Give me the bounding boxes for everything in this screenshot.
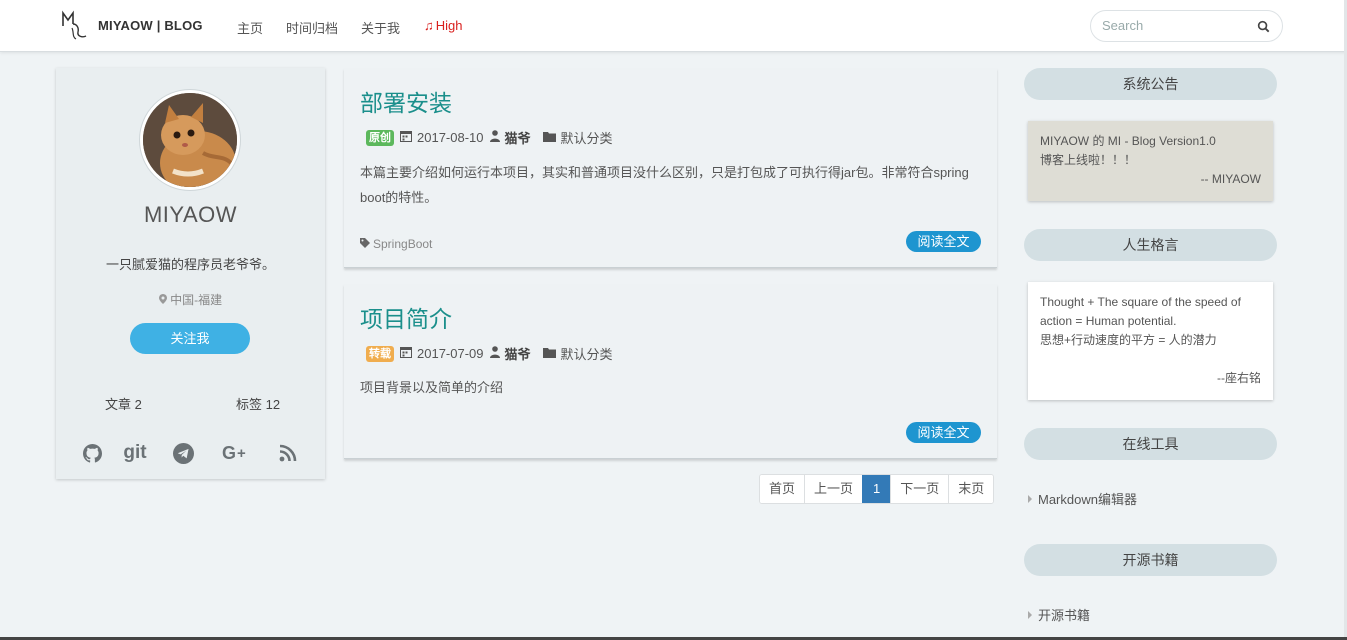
search-input[interactable] — [1102, 18, 1252, 33]
articles-count[interactable]: 文章 2 — [105, 394, 142, 413]
git-icon[interactable]: git — [123, 442, 147, 464]
svg-text:+: + — [237, 445, 246, 462]
markdown-editor-link[interactable]: Markdown编辑器 — [1028, 489, 1137, 508]
github-icon[interactable] — [82, 442, 102, 464]
post-summary: 项目背景以及简单的介绍 — [360, 380, 504, 395]
notice-line: MIYAOW 的 MI - Blog Version1.0 — [1040, 134, 1216, 148]
pagination: 首页 上一页 1 下一页 末页 — [759, 474, 995, 504]
motto-chinese: 思想+行动速度的平方 = 人的潜力 — [1040, 333, 1217, 347]
folder-icon — [542, 346, 556, 361]
nav-about[interactable]: 关于我 — [361, 18, 400, 37]
page-first[interactable]: 首页 — [760, 475, 805, 503]
notice-card: MIYAOW 的 MI - Blog Version1.0 博客上线啦！！！ -… — [1028, 121, 1273, 201]
rss-icon[interactable] — [278, 442, 298, 464]
post-category[interactable]: 默认分类 — [561, 128, 613, 147]
notice-heading: 系统公告 — [1024, 68, 1277, 100]
post-author[interactable]: 猫爷 — [505, 344, 531, 363]
nav-home[interactable]: 主页 — [237, 18, 263, 37]
page-prev[interactable]: 上一页 — [804, 475, 863, 503]
post-title[interactable]: 部署安装 — [360, 84, 452, 118]
profile-name: MIYAOW — [143, 202, 238, 227]
motto-heading: 人生格言 — [1024, 229, 1277, 261]
post-title[interactable]: 项目简介 — [360, 300, 452, 334]
page-current[interactable]: 1 — [862, 475, 891, 503]
read-more-button[interactable]: 阅读全文 — [906, 422, 981, 443]
top-navbar: MIYAOW | BLOG 主页 时间归档 关于我 ♫ High — [0, 0, 1347, 52]
user-icon — [489, 130, 500, 145]
music-note-icon: ♫ — [424, 18, 434, 33]
tag-label: SpringBoot — [373, 237, 433, 251]
page-last[interactable]: 末页 — [948, 475, 994, 503]
post-meta: 转载 2017-07-09 猫爷 默认分类 — [366, 344, 613, 363]
cat-avatar-image — [143, 93, 237, 187]
avatar — [140, 90, 240, 190]
page-next[interactable]: 下一页 — [890, 475, 949, 503]
post-date: 2017-07-09 — [417, 346, 484, 361]
calendar-icon — [400, 130, 412, 145]
post-card: 项目简介 转载 2017-07-09 猫爷 默认分类 项目背景以及简单的介绍 阅… — [344, 284, 997, 459]
post-category[interactable]: 默认分类 — [561, 344, 613, 363]
user-icon — [489, 346, 500, 361]
markdown-editor-label: Markdown编辑器 — [1038, 492, 1137, 507]
motto-english: Thought + The square of the speed of act… — [1040, 295, 1241, 328]
telegram-icon[interactable] — [172, 442, 194, 464]
svg-text:G: G — [222, 444, 236, 462]
calendar-icon — [400, 346, 412, 361]
profile-location: 中国-福建 — [56, 291, 325, 308]
nav-high[interactable]: ♫ High — [424, 18, 463, 33]
post-meta: 原创 2017-08-10 猫爷 默认分类 — [366, 128, 613, 147]
brand[interactable]: MIYAOW | BLOG — [60, 10, 203, 40]
search-icon[interactable] — [1257, 20, 1270, 33]
read-more-button[interactable]: 阅读全文 — [906, 231, 981, 252]
motto-card: Thought + The square of the speed of act… — [1028, 282, 1273, 400]
post-card: 部署安装 原创 2017-08-10 猫爷 默认分类 本篇主要介绍如何运行本项目… — [344, 68, 997, 268]
nav-archive[interactable]: 时间归档 — [286, 18, 338, 37]
post-author[interactable]: 猫爷 — [505, 128, 531, 147]
profile-bio: 一只腻爱猫的程序员老爷爷。 — [105, 257, 275, 272]
post-tag[interactable]: SpringBoot — [360, 237, 432, 251]
books-heading: 开源书籍 — [1024, 544, 1277, 576]
motto-signature: --座右铭 — [1217, 371, 1261, 385]
cat-logo-icon — [62, 10, 87, 40]
caret-right-icon — [1028, 494, 1032, 503]
original-badge: 原创 — [366, 129, 394, 146]
git-icon-text: git — [123, 442, 147, 463]
tag-icon — [360, 237, 370, 251]
nav-high-label: High — [435, 18, 463, 33]
search-box — [1090, 10, 1283, 42]
repost-badge: 转载 — [366, 345, 394, 362]
brand-text: MIYAOW | BLOG — [98, 17, 203, 33]
follow-button[interactable]: 关注我 — [130, 323, 250, 354]
map-marker-icon — [158, 293, 170, 307]
post-summary: 本篇主要介绍如何运行本项目，其实和普通项目没什么区别，只是打包成了可执行得jar… — [360, 165, 969, 205]
tools-heading: 在线工具 — [1024, 428, 1277, 460]
open-books-label: 开源书籍 — [1038, 608, 1091, 623]
post-date: 2017-08-10 — [417, 130, 484, 145]
google-plus-icon[interactable]: G + — [222, 442, 252, 464]
notice-line: 博客上线啦！！！ — [1040, 153, 1137, 167]
open-books-link[interactable]: 开源书籍 — [1028, 605, 1090, 624]
tags-count[interactable]: 标签 12 — [236, 394, 280, 413]
notice-signature: -- MIYAOW — [1200, 172, 1261, 186]
folder-icon — [542, 130, 556, 145]
location-text: 中国-福建 — [170, 293, 223, 307]
caret-right-icon — [1028, 610, 1032, 619]
profile-card: MIYAOW 一只腻爱猫的程序员老爷爷。 中国-福建 关注我 文章 2 标签 1… — [56, 68, 325, 479]
